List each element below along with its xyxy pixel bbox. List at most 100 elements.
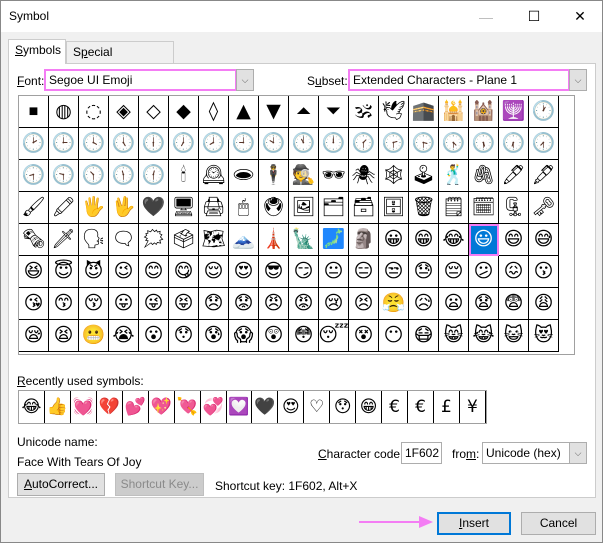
symbol-cell[interactable]: 🕓 [79,128,109,160]
symbol-cell[interactable]: 😶 [379,320,409,352]
symbol-cell[interactable]: 😬 [79,320,109,352]
symbol-cell[interactable]: 😺 [499,320,529,352]
symbol-cell[interactable]: 😐 [319,256,349,288]
recent-symbol-cell[interactable]: 🖤 [252,391,279,423]
symbol-cell[interactable]: 🕺 [439,160,469,192]
recent-symbol-cell[interactable]: 😯 [330,391,357,423]
symbol-cell[interactable]: 😑 [349,256,379,288]
symbol-cell[interactable]: 🕜 [349,128,379,160]
recent-symbol-cell[interactable]: 💕 [123,391,149,423]
symbol-cell[interactable]: 🕘 [229,128,259,160]
symbol-cell[interactable]: 😰 [199,320,229,352]
symbol-cell[interactable]: 😞 [199,288,229,320]
symbol-cell[interactable]: 😩 [529,288,559,320]
recent-symbol-cell[interactable]: 😁 [356,391,383,423]
shortcut-key-button[interactable]: Shortcut Key... [115,473,204,496]
symbol-cell[interactable]: 🕣 [19,160,49,192]
symbol-cell[interactable]: 😟 [229,288,259,320]
symbol-cell[interactable]: 😜 [139,288,169,320]
symbol-cell[interactable]: 🗝 [529,192,559,224]
symbol-cell[interactable]: 😊 [139,256,169,288]
symbol-cell[interactable]: 🗺 [199,224,229,256]
symbol-cell[interactable]: 😳 [289,320,319,352]
symbol-cell[interactable]: 😒 [379,256,409,288]
symbol-cell[interactable]: 🖥 [169,192,199,224]
symbol-cell[interactable]: 😁 [409,224,439,256]
symbol-cell[interactable]: 😅 [529,224,559,256]
symbol-cell[interactable]: 🕢 [529,128,559,160]
recent-symbol-cell[interactable]: 💟 [227,391,253,423]
symbol-cell[interactable]: 😱 [229,320,259,352]
symbol-cell[interactable]: ▲ [229,96,259,128]
symbol-cell[interactable]: 🕟 [439,128,469,160]
symbol-cell[interactable]: 😎 [259,256,289,288]
symbol-cell[interactable]: 😝 [169,288,199,320]
symbol-cell[interactable]: 🕶 [319,160,349,192]
symbol-cell[interactable]: 🗂 [319,192,349,224]
symbol-cell[interactable]: 🗓 [469,192,499,224]
symbol-cell[interactable]: 🖤 [139,192,169,224]
symbol-cell[interactable]: 😙 [49,288,79,320]
symbol-cell[interactable]: 🕐 [529,96,559,128]
symbol-cell[interactable]: 😚 [79,288,109,320]
symbol-cell[interactable]: 😌 [199,256,229,288]
symbol-cell[interactable]: 🗜 [499,192,529,224]
symbol-cell[interactable]: 🖲 [259,192,289,224]
recent-symbol-cell[interactable]: ¥ [460,391,486,423]
symbol-cell[interactable]: 🗾 [319,224,349,256]
symbol-cell[interactable]: 🗿 [349,224,379,256]
symbol-cell[interactable]: 😉 [109,256,139,288]
character-code-input[interactable]: 1F602 [401,442,442,464]
symbol-cell[interactable]: 🗯 [139,224,169,256]
symbol-cell[interactable]: 🗨 [109,224,139,256]
symbol-cell[interactable]: 😖 [499,256,529,288]
symbol-cell[interactable]: 🖋 [529,160,559,192]
symbol-cell[interactable]: 🖱 [229,192,259,224]
symbol-cell[interactable]: 😏 [289,256,319,288]
tab-special-characters[interactable]: Special Characters [66,41,174,79]
symbol-cell[interactable]: 🕠 [469,128,499,160]
symbol-cell[interactable]: 🕤 [49,160,79,192]
maximize-button[interactable]: ☐ [511,1,557,32]
symbol-cell[interactable]: 🕳 [229,160,259,192]
symbol-cell[interactable]: 🕷 [349,160,379,192]
close-button[interactable]: ✕ [557,1,603,32]
autocorrect-button[interactable]: AutoCorrect... [17,473,105,496]
symbol-cell[interactable]: 🕹 [409,160,439,192]
recent-symbol-cell[interactable]: 💓 [71,391,97,423]
symbol-cell[interactable]: 😧 [469,288,499,320]
symbol-cell[interactable]: 🕌 [439,96,469,128]
symbol-cell[interactable]: 😥 [409,288,439,320]
recent-symbol-cell[interactable]: € [408,391,434,423]
symbol-cell[interactable]: 😻 [529,320,559,352]
symbol-cell[interactable]: 😛 [109,288,139,320]
symbol-cell[interactable]: 😇 [49,256,79,288]
symbol-cell[interactable]: 😭 [109,320,139,352]
recent-symbol-cell[interactable]: £ [434,391,460,423]
symbol-cell[interactable]: 🕞 [409,128,439,160]
symbol-cell[interactable]: 🕥 [79,160,109,192]
symbol-cell[interactable]: 🕖 [169,128,199,160]
symbol-cell[interactable]: 😆 [19,256,49,288]
insert-button[interactable]: Insert [437,512,511,535]
recent-symbol-cell[interactable]: ♡ [304,391,331,423]
symbol-cell[interactable]: 😨 [499,288,529,320]
symbol-cell[interactable]: ◈ [109,96,139,128]
symbol-cell[interactable]: ⏷ [319,96,349,128]
subset-dropdown-chevron-icon[interactable]: ⌵ [569,69,587,91]
symbol-cell[interactable]: 🕉 [349,96,379,128]
symbol-cell[interactable]: 😣 [349,288,379,320]
symbol-cell[interactable]: 🖇 [469,160,499,192]
symbol-cell[interactable]: 🖨 [199,192,229,224]
symbol-cell[interactable]: 🗼 [259,224,289,256]
symbol-cell[interactable]: ▼ [259,96,289,128]
symbol-cell[interactable]: 🗽 [289,224,319,256]
symbol-cell[interactable]: 🕵 [289,160,319,192]
recent-symbol-cell[interactable]: € [382,391,409,423]
symbol-cell[interactable]: 🕴 [259,160,289,192]
recent-symbol-cell[interactable]: 💖 [149,391,175,423]
symbol-cell[interactable]: 🕧 [139,160,169,192]
recent-symbol-cell[interactable]: 💞 [201,391,227,423]
symbol-cell[interactable]: 😠 [259,288,289,320]
recent-symbol-cell[interactable]: 😂 [19,391,45,423]
